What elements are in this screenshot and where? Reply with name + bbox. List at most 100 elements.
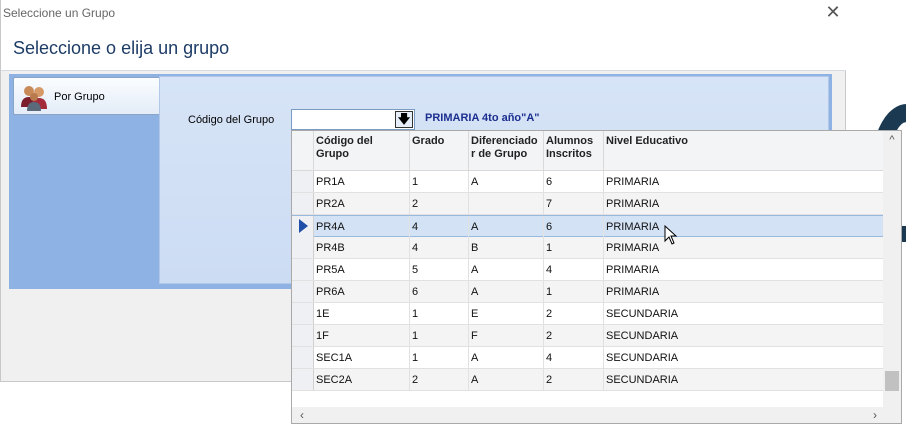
- table-cell: 1: [412, 352, 419, 364]
- users-group-icon: [21, 86, 47, 111]
- table-cell: 1: [412, 330, 419, 342]
- cell-separator: [468, 369, 469, 391]
- row-header[interactable]: [292, 369, 314, 390]
- cell-separator: [543, 216, 544, 238]
- row-header[interactable]: [292, 259, 314, 280]
- table-cell: 2: [546, 330, 553, 342]
- dialog-header: Seleccione o elija un grupo: [1, 26, 846, 71]
- table-cell: A: [471, 221, 479, 233]
- cell-separator: [603, 237, 604, 259]
- row-header[interactable]: [292, 171, 314, 192]
- table-cell: 1: [412, 176, 419, 188]
- table-cell: 1: [412, 308, 419, 320]
- row-header[interactable]: [292, 325, 314, 346]
- column-separator: [603, 131, 604, 170]
- cell-separator: [543, 325, 544, 347]
- table-row[interactable]: PR4B 4 B 1 PRIMARIA: [292, 237, 883, 259]
- close-icon[interactable]: ✕: [823, 2, 843, 22]
- row-header[interactable]: [292, 281, 314, 302]
- group-code-combobox[interactable]: 🡇: [291, 109, 415, 130]
- cell-separator: [468, 171, 469, 193]
- cell-separator: [409, 216, 410, 238]
- cell-separator: [603, 193, 604, 215]
- cell-separator: [468, 303, 469, 325]
- table-cell: PR6A: [316, 286, 345, 298]
- cell-separator: [603, 259, 604, 281]
- scroll-up-icon[interactable]: ^: [883, 131, 901, 149]
- table-cell: PRIMARIA: [606, 242, 660, 254]
- table-cell: SECUNDARIA: [606, 374, 679, 386]
- scroll-left-icon[interactable]: ‹: [294, 407, 310, 423]
- cell-separator: [543, 347, 544, 369]
- column-header[interactable]: Nivel Educativo: [606, 135, 688, 148]
- vertical-scroll-thumb[interactable]: [885, 371, 899, 391]
- table-row[interactable]: PR5A 5 A 4 PRIMARIA: [292, 259, 883, 281]
- cell-separator: [603, 303, 604, 325]
- cell-separator: [409, 171, 410, 193]
- table-cell: PR4A: [316, 221, 345, 233]
- table-cell: A: [471, 352, 479, 364]
- cell-separator: [409, 369, 410, 391]
- table-cell: PR2A: [316, 198, 345, 210]
- cell-separator: [468, 281, 469, 303]
- cell-separator: [543, 369, 544, 391]
- table-row[interactable]: SEC1A 1 A 4 SECUNDARIA: [292, 347, 883, 369]
- cell-separator: [468, 347, 469, 369]
- cell-separator: [543, 171, 544, 193]
- table-cell: PRIMARIA: [606, 264, 660, 276]
- table-cell: SEC1A: [316, 352, 353, 364]
- column-separator: [313, 131, 314, 170]
- table-row[interactable]: SEC2A 2 A 2 SECUNDARIA: [292, 369, 883, 391]
- by-group-nav-button[interactable]: Por Grupo: [13, 77, 159, 115]
- table-row[interactable]: 1F 1 F 2 SECUNDARIA: [292, 325, 883, 347]
- table-cell: A: [471, 374, 479, 386]
- vertical-scrollbar[interactable]: ^: [883, 131, 901, 407]
- table-cell: 4: [412, 221, 419, 233]
- row-header[interactable]: [292, 237, 314, 258]
- cell-separator: [603, 171, 604, 193]
- column-header[interactable]: Diferenciado r de Grupo: [471, 135, 538, 161]
- cell-separator: [409, 303, 410, 325]
- table-cell: SECUNDARIA: [606, 330, 679, 342]
- group-grid: Código del Grupo Grado Diferenciado r de Gru…: [292, 131, 883, 407]
- table-cell: 7: [546, 198, 553, 210]
- table-cell: 2: [412, 198, 419, 210]
- row-header[interactable]: [292, 216, 314, 237]
- table-cell: 4: [412, 242, 419, 254]
- table-row[interactable]: 1E 1 E 2 SECUNDARIA: [292, 303, 883, 325]
- scroll-right-icon[interactable]: ›: [867, 407, 883, 423]
- horizontal-scrollbar[interactable]: ‹ ›: [292, 407, 883, 423]
- table-cell: 6: [546, 221, 553, 233]
- column-separator: [409, 131, 410, 170]
- column-header[interactable]: Código del Grupo: [316, 135, 373, 161]
- table-row[interactable]: PR6A 6 A 1 PRIMARIA: [292, 281, 883, 303]
- group-dropdown-grid[interactable]: Código del Grupo Grado Diferenciado r de Gru…: [291, 130, 902, 424]
- cell-separator: [543, 193, 544, 215]
- table-row[interactable]: PR2A 2 7 PRIMARIA: [292, 193, 883, 215]
- table-cell: PRIMARIA: [606, 286, 660, 298]
- table-row[interactable]: PR4A 4 A 6 PRIMARIA: [292, 215, 883, 238]
- cell-separator: [543, 237, 544, 259]
- cell-separator: [603, 369, 604, 391]
- table-row[interactable]: PR1A 1 A 6 PRIMARIA: [292, 171, 883, 193]
- cell-separator: [468, 193, 469, 215]
- table-cell: A: [471, 286, 479, 298]
- row-header[interactable]: [292, 347, 314, 368]
- column-header[interactable]: Alumnos Inscritos: [546, 135, 593, 161]
- column-header[interactable]: Grado: [412, 135, 444, 148]
- table-cell: PRIMARIA: [606, 176, 660, 188]
- cell-separator: [603, 281, 604, 303]
- cell-separator: [409, 325, 410, 347]
- row-header[interactable]: [292, 303, 314, 324]
- cell-separator: [409, 347, 410, 369]
- cell-separator: [468, 216, 469, 238]
- table-cell: SECUNDARIA: [606, 308, 679, 320]
- current-row-arrow-icon: [299, 219, 308, 233]
- grid-header: Código del Grupo Grado Diferenciado r de Gru…: [292, 131, 883, 171]
- cell-separator: [409, 237, 410, 259]
- row-header[interactable]: [292, 193, 314, 214]
- dropdown-arrow-icon[interactable]: 🡇: [395, 111, 413, 128]
- table-cell: F: [471, 330, 478, 342]
- dialog-heading: Seleccione o elija un grupo: [13, 38, 230, 58]
- group-description: PRIMARIA 4to año"A": [425, 112, 540, 124]
